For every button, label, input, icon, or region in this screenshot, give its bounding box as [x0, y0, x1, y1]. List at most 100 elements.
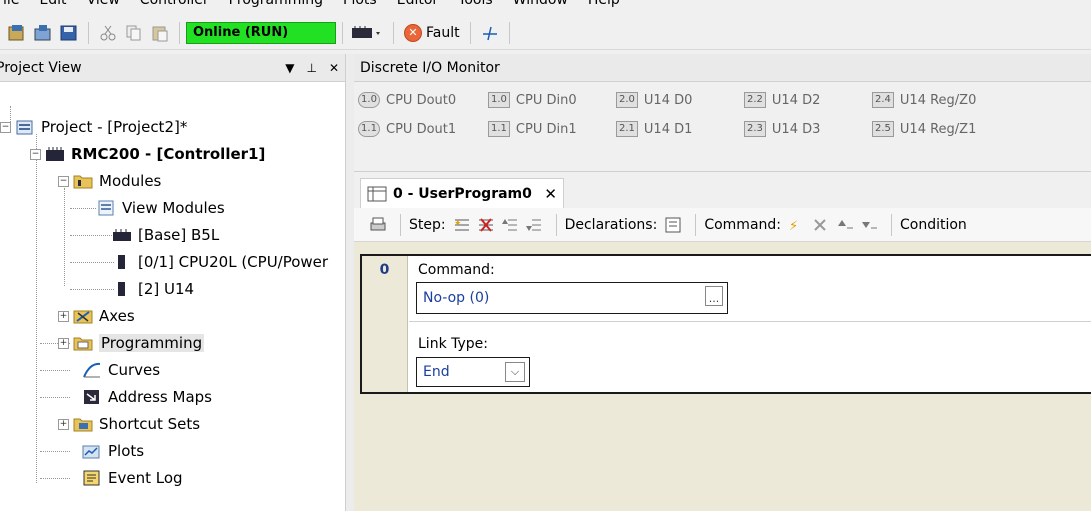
io-indicator: 2.5 — [872, 121, 894, 137]
io-point[interactable]: 1.1 CPU Dout1 — [358, 121, 456, 137]
collapse-icon[interactable]: − — [30, 148, 41, 160]
delete-step-icon[interactable] — [476, 216, 496, 234]
io-point[interactable]: 2.2 U14 D2 — [744, 92, 820, 108]
tree-item-plots[interactable]: Plots — [82, 438, 144, 464]
chevron-down-icon[interactable]: ⌵ — [505, 362, 525, 382]
step-label: Step: — [409, 216, 446, 233]
project-tree: − Project - [Project2]* − RMC200 - [Cont… — [0, 82, 345, 487]
tree-item-programming[interactable]: + Programming — [58, 330, 205, 356]
expand-icon[interactable]: + — [58, 310, 69, 322]
io-point[interactable]: 2.4 U14 Reg/Z0 — [872, 92, 976, 108]
collapse-icon[interactable]: − — [58, 175, 69, 187]
print-icon[interactable] — [368, 216, 388, 234]
folder-icon — [73, 175, 93, 189]
move-command-down-icon[interactable] — [859, 216, 879, 234]
command-browse-button[interactable]: ... — [705, 286, 723, 306]
link-type-select[interactable]: End ⌵ — [416, 357, 530, 387]
menu-edit[interactable]: Edit — [29, 0, 76, 8]
controller-icon[interactable] — [351, 22, 385, 44]
insert-step-icon[interactable]: ✦ — [452, 216, 472, 234]
menu-plots[interactable]: Plots — [333, 0, 387, 8]
io-point[interactable]: 2.3 U14 D3 — [744, 121, 820, 137]
close-icon[interactable]: ✕ — [329, 61, 339, 75]
menu-controller[interactable]: Controller — [130, 0, 219, 8]
tree-label: [0/1] CPU20L (CPU/Power — [138, 253, 329, 271]
command-field[interactable]: No-op (0) ... — [416, 282, 728, 314]
io-indicator: 2.3 — [744, 121, 766, 137]
panel-splitter[interactable] — [346, 54, 354, 511]
step-divider — [409, 321, 1091, 322]
collapse-icon[interactable]: − — [0, 121, 11, 133]
menu-tools[interactable]: Tools — [448, 0, 503, 8]
project-icon — [16, 120, 33, 135]
tab-label: 0 - UserProgram0 — [393, 185, 532, 202]
tree-item-controller[interactable]: − RMC200 - [Controller1] — [30, 141, 265, 167]
tree-label: Programming — [99, 334, 205, 352]
toolbar-separator — [508, 21, 510, 44]
tree-item-view-modules[interactable]: View Modules — [96, 195, 225, 221]
fault-button[interactable]: ✕ Fault — [400, 23, 464, 42]
io-point[interactable]: 2.0 U14 D0 — [616, 92, 692, 108]
move-step-down-icon[interactable] — [524, 216, 544, 234]
move-step-up-icon[interactable] — [500, 216, 520, 234]
open-project-icon[interactable] — [32, 22, 54, 44]
axis-tool-icon[interactable] — [479, 22, 501, 44]
pin-icon[interactable]: ⊥ — [306, 61, 316, 75]
copy-icon[interactable] — [123, 22, 145, 44]
menu-editor[interactable]: Editor — [387, 0, 448, 8]
io-label: U14 D1 — [643, 121, 693, 137]
tree-label: Axes — [99, 307, 135, 325]
fault-icon: ✕ — [404, 23, 422, 42]
tree-item-axes[interactable]: + Axes — [58, 303, 135, 329]
tree-item-shortcut-sets[interactable]: + Shortcut Sets — [58, 411, 200, 437]
toolbar-separator — [88, 21, 89, 44]
insert-command-icon[interactable]: ⚡ — [787, 216, 807, 234]
io-label: CPU Din0 — [515, 92, 577, 108]
dropdown-icon[interactable]: ▼ — [285, 61, 294, 75]
declarations-icon[interactable] — [663, 216, 683, 234]
delete-command-icon[interactable] — [811, 216, 831, 234]
io-point[interactable]: 2.5 U14 Reg/Z1 — [872, 121, 976, 137]
tree-item-project[interactable]: − Project - [Project2]* — [0, 114, 187, 140]
io-point[interactable]: 2.1 U14 D1 — [616, 121, 692, 137]
axes-icon — [73, 310, 93, 324]
module-icon — [118, 282, 125, 296]
toolbar-separator — [469, 21, 471, 44]
base-icon — [113, 229, 131, 241]
controller-icon — [46, 147, 64, 161]
menu-view[interactable]: View — [77, 0, 130, 8]
menu-file[interactable]: File — [0, 0, 29, 8]
io-point[interactable]: 1.1 CPU Din1 — [488, 121, 577, 137]
move-command-up-icon[interactable] — [835, 216, 855, 234]
tree-label: Event Log — [108, 469, 183, 487]
online-status[interactable]: Online (RUN) — [186, 21, 336, 44]
project-view-panel: Project View ▼ ⊥ ✕ − Project - [Project2… — [0, 54, 346, 511]
tree-label: Project - [Project2]* — [41, 118, 188, 136]
save-icon[interactable] — [58, 22, 80, 44]
tab-userprogram0[interactable]: 0 - UserProgram0 ✕ — [360, 178, 564, 208]
expand-icon[interactable]: + — [58, 418, 69, 430]
new-project-icon[interactable] — [6, 22, 28, 44]
declarations-label: Declarations: — [564, 216, 658, 233]
cut-icon[interactable] — [97, 22, 119, 44]
tree-item-curves[interactable]: Curves — [82, 357, 160, 383]
io-indicator: 2.0 — [616, 92, 638, 108]
menu-programming[interactable]: Programming — [219, 0, 333, 8]
tree-item-cpu[interactable]: [0/1] CPU20L (CPU/Power — [112, 249, 328, 275]
io-label: U14 Reg/Z1 — [899, 121, 977, 137]
program-step: 0 Command: No-op (0) ... Link Type: End … — [360, 254, 1091, 394]
tree-item-modules[interactable]: − Modules — [58, 168, 161, 194]
tree-item-u14[interactable]: [2] U14 — [112, 276, 194, 302]
close-tab-icon[interactable]: ✕ — [544, 185, 557, 203]
menu-window[interactable]: Window — [503, 0, 578, 8]
menu-help[interactable]: Help — [578, 0, 630, 8]
paste-icon[interactable] — [149, 22, 171, 44]
tree-item-address-maps[interactable]: Address Maps — [82, 384, 212, 410]
io-point[interactable]: 1.0 CPU Din0 — [488, 92, 577, 108]
address-maps-icon — [84, 390, 99, 404]
tree-item-event-log[interactable]: Event Log — [82, 465, 183, 491]
tree-item-base[interactable]: [Base] B5L — [112, 222, 219, 248]
io-point[interactable]: 1.0 CPU Dout0 — [358, 92, 456, 108]
expand-icon[interactable]: + — [58, 337, 69, 349]
curves-icon — [83, 362, 101, 378]
